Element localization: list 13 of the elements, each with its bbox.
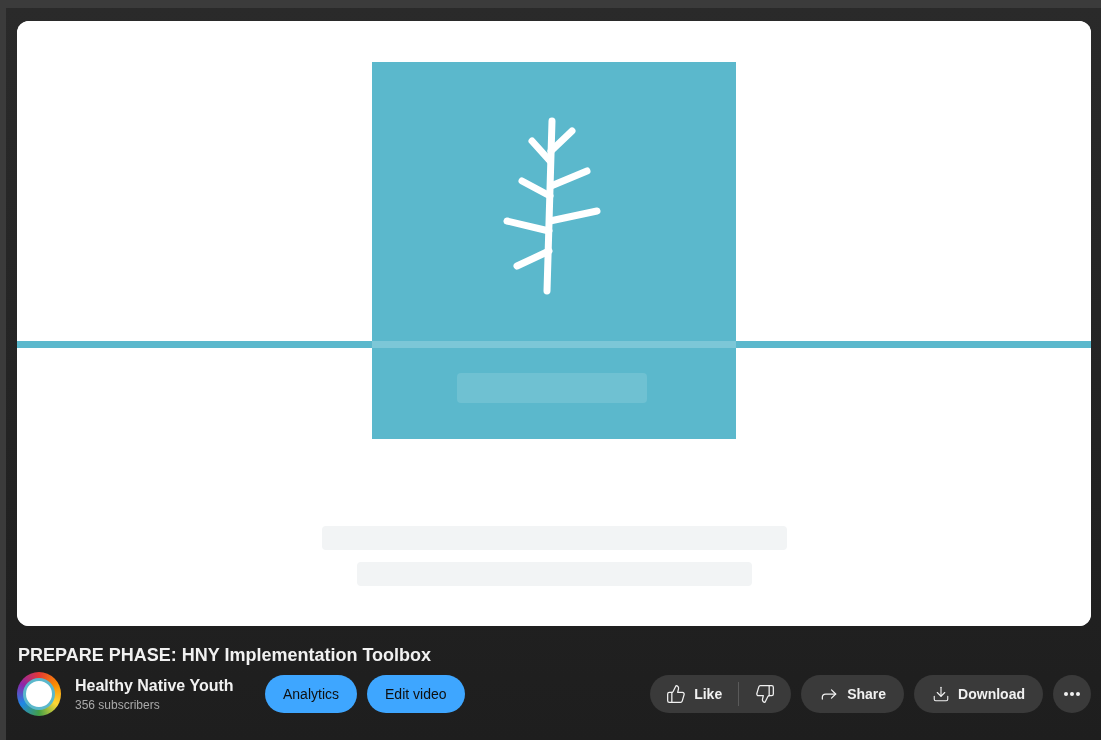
edit-video-button[interactable]: Edit video xyxy=(367,675,465,713)
thumbs-down-icon xyxy=(755,684,776,704)
thumbs-up-icon xyxy=(666,684,687,704)
more-icon xyxy=(1064,692,1080,696)
download-button[interactable]: Download xyxy=(914,675,1043,713)
download-icon xyxy=(932,685,951,703)
channel-avatar[interactable] xyxy=(17,672,61,716)
more-button[interactable] xyxy=(1053,675,1091,713)
analytics-button[interactable]: Analytics xyxy=(265,675,358,713)
channel-name[interactable]: Healthy Native Youth xyxy=(75,675,255,696)
subscriber-count: 356 subscribers xyxy=(75,696,161,713)
video-title: PREPARE PHASE: HNY Implementation Toolbox xyxy=(18,644,433,666)
share-button[interactable]: Share xyxy=(801,675,905,713)
